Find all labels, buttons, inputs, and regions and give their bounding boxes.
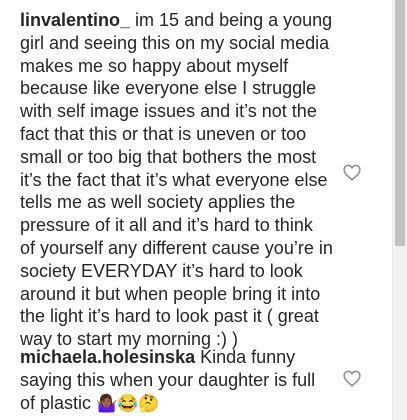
comment-username[interactable]: linvalentino_: [20, 10, 130, 30]
comment-body: michaela.holesinska Kinda funny saying t…: [20, 347, 315, 413]
comment-item: michaela.holesinska Kinda funny saying t…: [20, 346, 340, 415]
comment-list: linvalentino_ im 15 and being a young gi…: [0, 0, 392, 420]
comment-emojis: 🤷🏾‍♀️😂🤔: [96, 393, 160, 413]
comment-text: im 15 and being a young girl and seeing …: [20, 10, 333, 350]
comment-username[interactable]: michaela.holesinska: [20, 347, 195, 367]
comment-body: linvalentino_ im 15 and being a young gi…: [20, 10, 333, 349]
comment-item: linvalentino_ im 15 and being a young gi…: [20, 9, 340, 351]
scrollbar-thumb[interactable]: [395, 0, 405, 246]
heart-icon[interactable]: [343, 370, 361, 387]
heart-icon[interactable]: [343, 164, 361, 181]
